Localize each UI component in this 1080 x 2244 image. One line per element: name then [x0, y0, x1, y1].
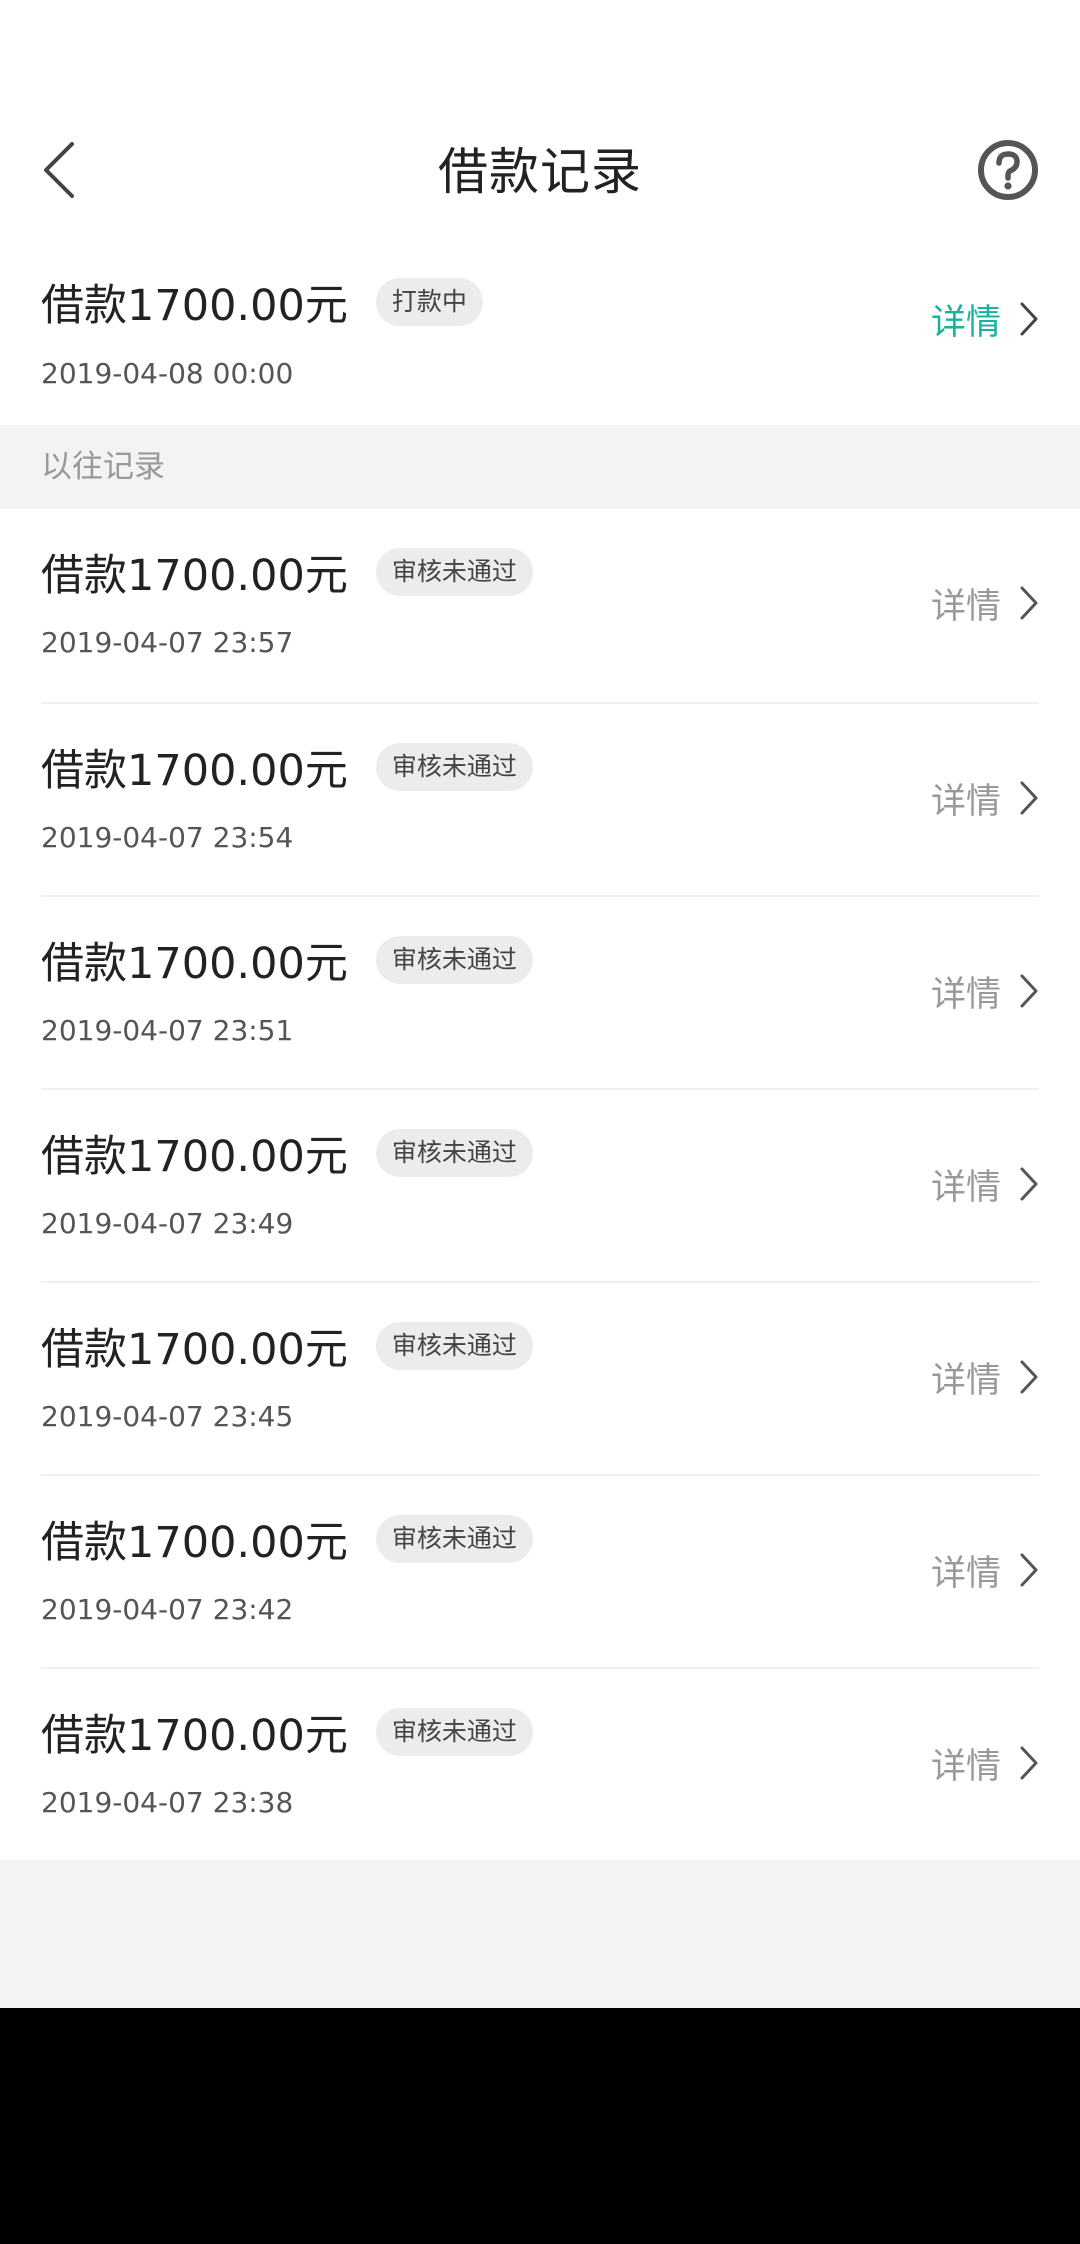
detail-label: 详情 [930, 1360, 1001, 1401]
record-title-line: 借款1700.00元 审核未通过 [41, 1504, 533, 1574]
detail-link[interactable]: 详情 [931, 768, 1039, 828]
history-record: 借款1700.00元 审核未通过 2019-04-07 23:49 详情 [41, 1088, 1039, 1281]
history-section-header: 以往记录 [0, 425, 1080, 509]
detail-link[interactable]: 详情 [931, 1540, 1039, 1600]
history-record: 借款1700.00元 审核未通过 2019-04-07 23:51 详情 [41, 895, 1039, 1088]
detail-link[interactable]: 详情 [931, 1347, 1039, 1407]
status-badge: 审核未通过 [375, 743, 533, 791]
bottom-area [0, 2008, 1080, 2244]
detail-link[interactable]: 详情 [931, 961, 1039, 1021]
loan-date: 2019-04-08 00:00 [41, 357, 294, 390]
detail-link[interactable]: 详情 [931, 573, 1039, 633]
loan-date: 2019-04-07 23:51 [41, 1014, 294, 1047]
status-badge: 审核未通过 [375, 936, 533, 984]
record-title-line: 借款1700.00元 审核未通过 [41, 925, 533, 995]
history-record: 借款1700.00元 审核未通过 2019-04-07 23:38 详情 [41, 1667, 1039, 1860]
app-content: 借款记录 借款1700.00元 打款中 2019-04-08 00:00 详情 [0, 0, 1080, 2008]
chevron-right-icon [1020, 302, 1038, 336]
record-title-line: 借款1700.00元 审核未通过 [41, 1697, 533, 1767]
loan-amount: 借款1700.00元 [41, 281, 348, 331]
status-badge: 审核未通过 [375, 1515, 533, 1563]
detail-label: 详情 [930, 302, 1001, 343]
chevron-right-icon [1020, 781, 1038, 815]
status-badge: 审核未通过 [375, 548, 533, 596]
chevron-right-icon [1020, 1553, 1038, 1587]
help-button[interactable] [976, 138, 1040, 202]
question-circle-icon [978, 140, 1038, 200]
loan-date: 2019-04-07 23:45 [41, 1400, 294, 1433]
history-list: 借款1700.00元 审核未通过 2019-04-07 23:57 详情 借款1… [0, 509, 1080, 1860]
record-title-line: 借款1700.00元 审核未通过 [41, 537, 533, 607]
detail-link[interactable]: 详情 [931, 1733, 1039, 1793]
record-title-line: 借款1700.00元 打款中 [41, 267, 483, 337]
loan-amount: 借款1700.00元 [41, 1132, 348, 1182]
chevron-right-icon [1020, 1746, 1038, 1780]
record-title-line: 借款1700.00元 审核未通过 [41, 732, 533, 802]
detail-link[interactable]: 详情 [931, 1154, 1039, 1214]
loan-amount: 借款1700.00元 [41, 1518, 348, 1568]
loan-date: 2019-04-07 23:57 [41, 626, 294, 659]
loan-date: 2019-04-07 23:38 [41, 1786, 294, 1819]
page-title: 借款记录 [438, 143, 642, 201]
detail-label: 详情 [930, 781, 1001, 822]
loan-amount: 借款1700.00元 [41, 551, 348, 601]
record-title-line: 借款1700.00元 审核未通过 [41, 1311, 533, 1381]
loan-amount: 借款1700.00元 [41, 746, 348, 796]
current-record-section: 借款1700.00元 打款中 2019-04-08 00:00 详情 [0, 245, 1080, 425]
status-badge: 打款中 [375, 278, 483, 326]
screen: 借款记录 借款1700.00元 打款中 2019-04-08 00:00 详情 [0, 0, 1080, 2244]
status-badge: 审核未通过 [375, 1129, 533, 1177]
detail-label: 详情 [930, 1553, 1001, 1594]
history-record: 借款1700.00元 审核未通过 2019-04-07 23:45 详情 [41, 1281, 1039, 1474]
loan-amount: 借款1700.00元 [41, 1325, 348, 1375]
record-title-line: 借款1700.00元 审核未通过 [41, 1118, 533, 1188]
loan-date: 2019-04-07 23:49 [41, 1207, 294, 1240]
chevron-right-icon [1020, 586, 1038, 620]
history-record: 借款1700.00元 审核未通过 2019-04-07 23:57 详情 [41, 509, 1039, 702]
loan-date: 2019-04-07 23:54 [41, 821, 294, 854]
loan-date: 2019-04-07 23:42 [41, 1593, 294, 1626]
nav-bar: 借款记录 [0, 100, 1080, 245]
chevron-right-icon [1020, 1167, 1038, 1201]
history-record: 借款1700.00元 审核未通过 2019-04-07 23:54 详情 [41, 702, 1039, 895]
status-badge: 审核未通过 [375, 1322, 533, 1370]
current-record: 借款1700.00元 打款中 2019-04-08 00:00 详情 [41, 245, 1039, 425]
detail-label: 详情 [930, 974, 1001, 1015]
chevron-right-icon [1020, 1360, 1038, 1394]
status-badge: 审核未通过 [375, 1708, 533, 1756]
detail-label: 详情 [930, 1167, 1001, 1208]
history-record: 借款1700.00元 审核未通过 2019-04-07 23:42 详情 [41, 1474, 1039, 1667]
loan-amount: 借款1700.00元 [41, 1711, 348, 1761]
loan-amount: 借款1700.00元 [41, 939, 348, 989]
status-bar [0, 0, 1080, 100]
chevron-right-icon [1020, 974, 1038, 1008]
detail-label: 详情 [930, 1746, 1001, 1787]
detail-link[interactable]: 详情 [931, 289, 1039, 349]
detail-label: 详情 [930, 586, 1001, 627]
